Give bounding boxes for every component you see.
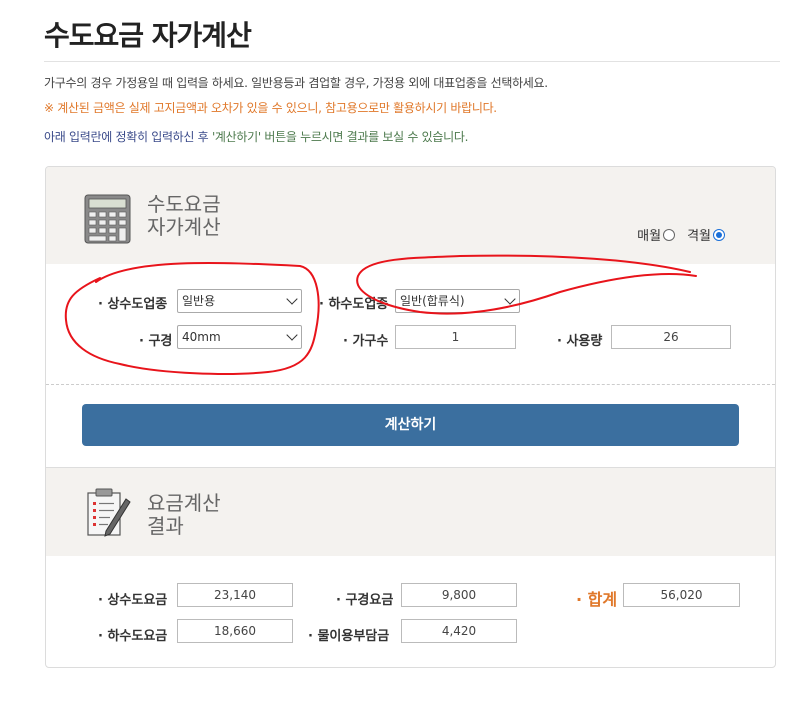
input-instruction: 아래 입력란에 정확히 입력하신 후 '계산하기' 버튼을 누르시면 결과를 보… <box>44 128 468 145</box>
water-charge-output: 4,420 <box>401 619 517 643</box>
result-title-line1: 요금계산 <box>147 491 221 515</box>
monthly-label: 매월 <box>637 229 662 244</box>
diameter-fee-label: · 구경요금 <box>336 593 394 608</box>
water-type-select[interactable]: 일반용 <box>177 289 302 313</box>
chevron-down-icon <box>504 293 516 305</box>
sewer-fee-label: · 하수도요금 <box>98 629 168 644</box>
calculate-button[interactable]: 계산하기 <box>82 404 739 446</box>
water-type-label: · 상수도업종 <box>98 297 168 312</box>
diameter-fee-output: 9,800 <box>401 583 517 607</box>
diameter-label: · 구경 <box>139 334 173 349</box>
water-type-value: 일반용 <box>182 294 216 308</box>
calculator-header: 수도요금 자가계산 매월 격월 <box>46 167 775 264</box>
disclaimer-text: ※ 계산된 금액은 실제 고지금액과 오차가 있을 수 있으니, 참고용으로만 … <box>44 101 497 115</box>
usage-label: · 사용량 <box>557 334 603 349</box>
result-title-line2: 결과 <box>147 514 184 538</box>
bimonthly-radio[interactable] <box>713 228 725 241</box>
result-title: 요금계산 결과 <box>147 492 221 538</box>
bimonthly-label: 격월 <box>687 229 711 244</box>
diameter-select[interactable]: 40mm <box>177 325 302 349</box>
monthly-radio[interactable] <box>663 228 676 241</box>
households-input[interactable]: 1 <box>395 325 516 349</box>
page-title: 수도요금 자가계산 <box>44 19 252 52</box>
total-output: 56,020 <box>623 583 740 607</box>
input-instruction-lead: 아래 입력란에 정확히 입력하신 후 <box>44 130 212 144</box>
calculator-title-line1: 수도요금 <box>147 192 221 216</box>
billing-period-selector: 매월 격월 <box>637 225 725 244</box>
households-label: · 가구수 <box>343 334 389 349</box>
usage-input[interactable]: 26 <box>611 325 731 349</box>
diameter-value: 40mm <box>182 330 221 344</box>
sewer-type-value: 일반(합류식) <box>400 294 465 308</box>
chevron-down-icon <box>286 329 298 341</box>
chevron-down-icon <box>286 293 298 305</box>
household-instruction: 가구수의 경우 가정용일 때 입력을 하세요. 일반용등과 겸업할 경우, 가정… <box>44 76 548 90</box>
calculator-title: 수도요금 자가계산 <box>147 193 221 239</box>
total-label: · 합계 <box>576 590 618 609</box>
report-icon <box>87 488 131 537</box>
sewer-type-label: · 하수도업종 <box>319 297 389 312</box>
input-instruction-tail: '계산하기' 버튼을 누르시면 결과를 보실 수 있습니다. <box>211 130 469 144</box>
calculator-panel: 수도요금 자가계산 매월 격월 · 상수도업종 일반용 · 하수도업종 일반(합… <box>45 166 776 668</box>
result-header: 요금계산 결과 <box>46 467 775 556</box>
water-fee-label: · 상수도요금 <box>98 593 168 608</box>
water-fee-output: 23,140 <box>177 583 293 607</box>
sewer-type-select[interactable]: 일반(합류식) <box>395 289 520 313</box>
section-divider <box>46 384 775 385</box>
sewer-fee-output: 18,660 <box>177 619 293 643</box>
calculator-title-line2: 자가계산 <box>147 215 221 239</box>
calculator-icon <box>84 194 131 244</box>
water-charge-label: · 물이용부담금 <box>308 629 390 644</box>
title-divider <box>44 61 780 62</box>
